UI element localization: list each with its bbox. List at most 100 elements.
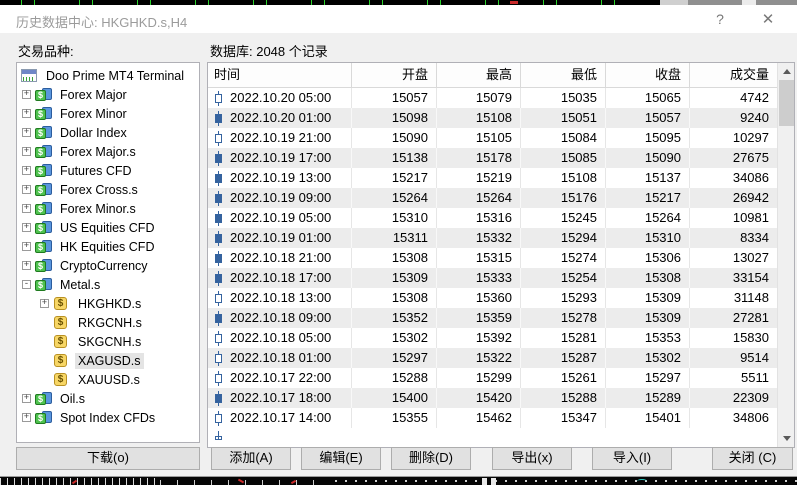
tree-item[interactable]: $ $ Doo Prime MT4 Terminal xyxy=(17,66,199,85)
tree-item[interactable]: + $ $ Forex Minor xyxy=(17,104,199,123)
table-row[interactable]: 2022.10.18 21:00 15308 15315 15274 15306… xyxy=(208,248,794,268)
time-cell: 2022.10.18 13:00 xyxy=(208,288,352,308)
download-button[interactable]: 下载(o) xyxy=(16,447,200,470)
table-row[interactable]: 2022.10.20 01:00 15098 15108 15051 15057… xyxy=(208,108,794,128)
help-button[interactable]: ? xyxy=(705,9,735,30)
table-scrollbar[interactable] xyxy=(777,63,794,447)
table-row[interactable]: 2022.10.19 17:00 15138 15178 15085 15090… xyxy=(208,148,794,168)
table-row[interactable]: 2022.10.19 13:00 15217 15219 15108 15137… xyxy=(208,168,794,188)
volume-cell: 22309 xyxy=(690,388,777,408)
volume-cell: 4742 xyxy=(690,88,777,108)
high-cell: 15219 xyxy=(437,168,521,188)
expander-icon[interactable]: + xyxy=(22,128,31,137)
tree-item-icon: $ $ xyxy=(21,69,38,83)
time-cell: 2022.10.18 05:00 xyxy=(208,328,352,348)
tree-item-icon: $ $ xyxy=(35,278,52,292)
time-cell: 2022.10.18 09:00 xyxy=(208,308,352,328)
symbol-coin-icon: $ xyxy=(54,297,67,310)
expander-icon[interactable]: + xyxy=(22,109,31,118)
tree-item[interactable]: $ $ XAUUSD.s xyxy=(17,370,199,389)
close-cell: 15095 xyxy=(606,128,690,148)
open-cell: 15288 xyxy=(352,368,437,388)
table-row[interactable]: 2022.10.18 05:00 15302 15392 15281 15353… xyxy=(208,328,794,348)
table-row[interactable]: 2022.10.20 05:00 15057 15079 15035 15065… xyxy=(208,88,794,108)
tree-item[interactable]: + $ $ Forex Major.s xyxy=(17,142,199,161)
time-cell: 2022.10.19 01:00 xyxy=(208,228,352,248)
close-cell: 15217 xyxy=(606,188,690,208)
expander-icon[interactable]: + xyxy=(22,185,31,194)
table-row[interactable]: 2022.10.19 05:00 15310 15316 15245 15264… xyxy=(208,208,794,228)
close-cell: 15297 xyxy=(606,368,690,388)
candle-icon xyxy=(214,331,223,346)
white-bar xyxy=(491,478,496,485)
close-cell: 15065 xyxy=(606,88,690,108)
low-cell: 15254 xyxy=(521,268,606,288)
expander-icon[interactable]: + xyxy=(22,90,31,99)
table-row[interactable]: 2022.10.19 21:00 15090 15105 15084 15095… xyxy=(208,128,794,148)
scroll-down-button[interactable] xyxy=(778,430,795,447)
tree-item[interactable]: + $ $ CryptoCurrency xyxy=(17,256,199,275)
candle-icon xyxy=(214,371,223,386)
expander-icon[interactable]: + xyxy=(22,261,31,270)
table-row[interactable]: 2022.10.18 09:00 15352 15359 15278 15309… xyxy=(208,308,794,328)
tree-item[interactable]: + $ $ HKGHKD.s xyxy=(17,294,199,313)
close-icon[interactable]: ✕ xyxy=(753,9,783,30)
tree-item[interactable]: + $ $ HK Equities CFD xyxy=(17,237,199,256)
expander-icon[interactable]: + xyxy=(22,204,31,213)
high-cell: 15392 xyxy=(437,328,521,348)
tree-item[interactable]: + $ $ Forex Minor.s xyxy=(17,199,199,218)
delete-button[interactable]: 删除(D) xyxy=(391,447,471,470)
table-row[interactable]: 2022.10.19 01:00 15311 15332 15294 15310… xyxy=(208,228,794,248)
time-cell: 2022.10.19 21:00 xyxy=(208,128,352,148)
table-row[interactable]: 2022.10.18 01:00 15297 15322 15287 15302… xyxy=(208,348,794,368)
background-chart-bottom xyxy=(0,477,797,485)
edit-button[interactable]: 编辑(E) xyxy=(301,447,381,470)
tree-item[interactable]: + $ $ Oil.s xyxy=(17,389,199,408)
scrollbar-thumb[interactable] xyxy=(779,80,794,126)
expander-icon[interactable]: + xyxy=(22,413,31,422)
low-cell: 15108 xyxy=(521,168,606,188)
add-button[interactable]: 添加(A) xyxy=(211,447,291,470)
time-cell: 2022.10.19 17:00 xyxy=(208,148,352,168)
tree-item[interactable]: - $ $ Metal.s xyxy=(17,275,199,294)
table-row[interactable]: 2022.10.18 17:00 15309 15333 15254 15308… xyxy=(208,268,794,288)
tree-item-label: CryptoCurrency xyxy=(57,258,151,274)
expander-icon[interactable]: + xyxy=(22,394,31,403)
expander-icon[interactable]: - xyxy=(22,280,31,289)
close-cell: 15309 xyxy=(606,308,690,328)
table-body: 2022.10.20 05:00 15057 15079 15035 15065… xyxy=(208,88,794,428)
tree-item[interactable]: $ $ RKGCNH.s xyxy=(17,313,199,332)
scroll-up-button[interactable] xyxy=(778,63,795,80)
tree-item-icon: $ $ xyxy=(35,202,52,216)
open-cell: 15355 xyxy=(352,408,437,428)
tree-item-icon: $ $ xyxy=(35,411,52,425)
expander-icon[interactable]: + xyxy=(22,223,31,232)
low-cell: 15035 xyxy=(521,88,606,108)
export-button[interactable]: 导出(x) xyxy=(492,447,572,470)
tree-item-icon: $ $ xyxy=(35,107,52,121)
table-row[interactable]: 2022.10.18 13:00 15308 15360 15293 15309… xyxy=(208,288,794,308)
table-row[interactable]: 2022.10.17 22:00 15288 15299 15261 15297… xyxy=(208,368,794,388)
close-button[interactable]: 关闭 (C) xyxy=(712,447,793,470)
high-cell: 15332 xyxy=(437,228,521,248)
tree-item[interactable]: + $ $ US Equities CFD xyxy=(17,218,199,237)
table-row[interactable]: 2022.10.19 09:00 15264 15264 15176 15217… xyxy=(208,188,794,208)
tree-item[interactable]: + $ $ Spot Index CFDs xyxy=(17,408,199,427)
tree-item[interactable]: + $ $ Forex Major xyxy=(17,85,199,104)
tree-item-label: Doo Prime MT4 Terminal xyxy=(43,68,187,84)
tree-item[interactable]: $ $ XAGUSD.s xyxy=(17,351,199,370)
tree-item-label: Forex Minor.s xyxy=(57,201,139,217)
expander-icon[interactable]: + xyxy=(22,166,31,175)
dialog-title: 历史数据中心: HKGHKD.s,H4 xyxy=(16,12,187,31)
tree-item[interactable]: + $ $ Dollar Index xyxy=(17,123,199,142)
import-button[interactable]: 导入(I) xyxy=(592,447,672,470)
table-row[interactable]: 2022.10.17 18:00 15400 15420 15288 15289… xyxy=(208,388,794,408)
tree-item[interactable]: + $ $ Forex Cross.s xyxy=(17,180,199,199)
tree-item[interactable]: $ $ SKGCNH.s xyxy=(17,332,199,351)
table-row[interactable]: 2022.10.17 14:00 15355 15462 15347 15401… xyxy=(208,408,794,428)
expander-icon[interactable]: + xyxy=(22,147,31,156)
time-cell: 2022.10.19 13:00 xyxy=(208,168,352,188)
expander-icon[interactable]: + xyxy=(40,299,49,308)
expander-icon[interactable]: + xyxy=(22,242,31,251)
tree-item[interactable]: + $ $ Futures CFD xyxy=(17,161,199,180)
